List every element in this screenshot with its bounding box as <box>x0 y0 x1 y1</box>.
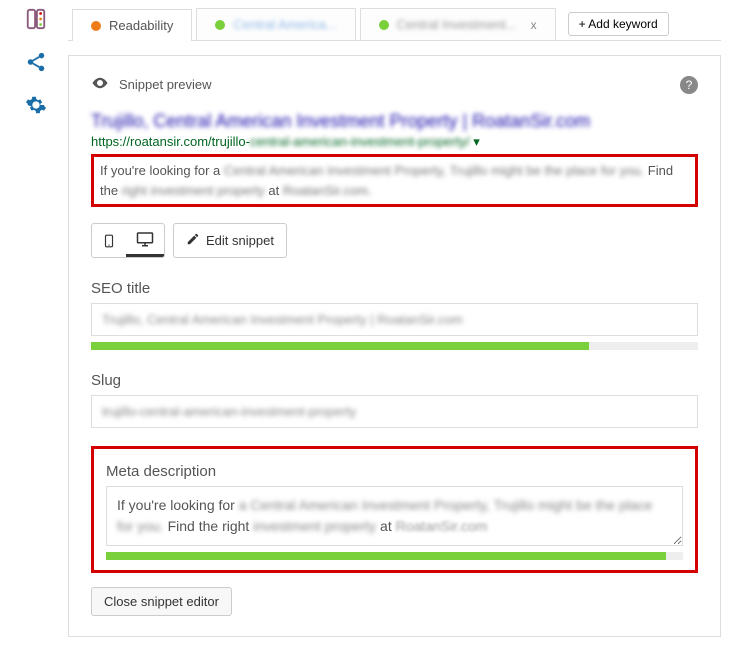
tab-readability[interactable]: Readability <box>72 9 192 41</box>
tab-keyword-1[interactable]: Central America... <box>196 8 355 40</box>
status-dot-icon <box>215 20 225 30</box>
share-icon[interactable] <box>25 51 47 76</box>
snippet-panel: Snippet preview ? Trujillo, Central Amer… <box>68 55 721 637</box>
slug-input[interactable]: trujillo-central-american-investment-pro… <box>91 395 698 428</box>
tab-label: Central Investment... <box>397 17 517 32</box>
highlight-box-meta: Meta description If you're looking for a… <box>91 446 698 573</box>
traffic-light-icon[interactable] <box>25 8 47 33</box>
tab-label: Central America... <box>233 17 336 32</box>
desktop-view-button[interactable] <box>126 224 164 257</box>
snippet-heading: Snippet preview <box>119 77 212 92</box>
meta-description-label: Meta description <box>106 463 683 480</box>
close-icon[interactable]: x <box>525 18 537 32</box>
pencil-icon <box>186 232 200 249</box>
device-toggle <box>91 223 165 258</box>
tab-label: Readability <box>109 18 173 33</box>
status-dot-icon <box>379 20 389 30</box>
sidebar <box>0 0 60 653</box>
snippet-url: https://roatansir.com/trujillo-central-a… <box>91 134 698 150</box>
snippet-description: If you're looking for a Central American… <box>100 161 689 200</box>
edit-snippet-label: Edit snippet <box>206 233 274 248</box>
add-keyword-button[interactable]: + Add keyword <box>568 12 669 36</box>
mobile-view-button[interactable] <box>92 224 126 257</box>
seo-title-label: SEO title <box>91 280 698 297</box>
gear-icon[interactable] <box>25 94 47 119</box>
seo-title-bar <box>91 342 698 350</box>
slug-label: Slug <box>91 372 698 389</box>
tabs: Readability Central America... Central I… <box>68 8 721 41</box>
meta-description-input[interactable]: If you're looking for a Central American… <box>106 486 683 546</box>
status-dot-icon <box>91 21 101 31</box>
snippet-title: Trujillo, Central American Investment Pr… <box>91 111 698 132</box>
edit-snippet-button[interactable]: Edit snippet <box>173 223 287 258</box>
close-snippet-button[interactable]: Close snippet editor <box>91 587 232 616</box>
seo-title-input[interactable]: Trujillo, Central American Investment Pr… <box>91 303 698 336</box>
meta-description-bar <box>106 552 683 560</box>
highlight-box-description: If you're looking for a Central American… <box>91 154 698 207</box>
help-icon[interactable]: ? <box>680 76 698 94</box>
eye-icon <box>91 74 109 95</box>
tab-keyword-2[interactable]: Central Investment... x <box>360 8 556 40</box>
